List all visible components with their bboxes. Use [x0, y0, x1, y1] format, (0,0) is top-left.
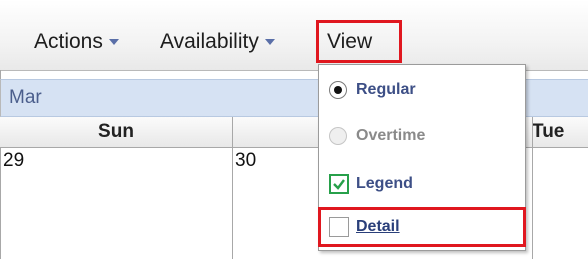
menu-item-regular[interactable]: Regular [319, 73, 525, 109]
column-divider [232, 117, 233, 259]
menu-item-label: Legend [356, 175, 413, 192]
dow-tue: Tue [532, 121, 565, 142]
view-menu-highlight [316, 20, 402, 63]
detail-item-highlight [318, 207, 526, 247]
checkmark-icon [333, 179, 345, 190]
checkbox-checked-icon[interactable] [329, 174, 349, 194]
date-cell-29[interactable]: 29 [3, 150, 24, 172]
chevron-down-icon [264, 39, 275, 46]
availability-menu[interactable]: Availability [160, 30, 275, 54]
menu-item-legend[interactable]: Legend [319, 167, 525, 203]
radio-checked-icon[interactable] [329, 81, 347, 99]
month-label: Mar [9, 87, 42, 108]
date-cell-30[interactable]: 30 [235, 150, 256, 172]
menu-item-label: Regular [356, 81, 416, 98]
toolbar: Actions Availability View [0, 0, 588, 71]
actions-menu-label: Actions [34, 30, 103, 53]
availability-menu-label: Availability [160, 30, 259, 53]
actions-menu[interactable]: Actions [34, 30, 119, 54]
radio-disabled-icon [329, 127, 347, 145]
column-divider [532, 117, 533, 259]
chevron-down-icon [108, 39, 119, 46]
menu-item-overtime: Overtime [319, 119, 525, 155]
menu-item-label: Overtime [356, 127, 426, 144]
dow-sun: Sun [98, 121, 134, 142]
